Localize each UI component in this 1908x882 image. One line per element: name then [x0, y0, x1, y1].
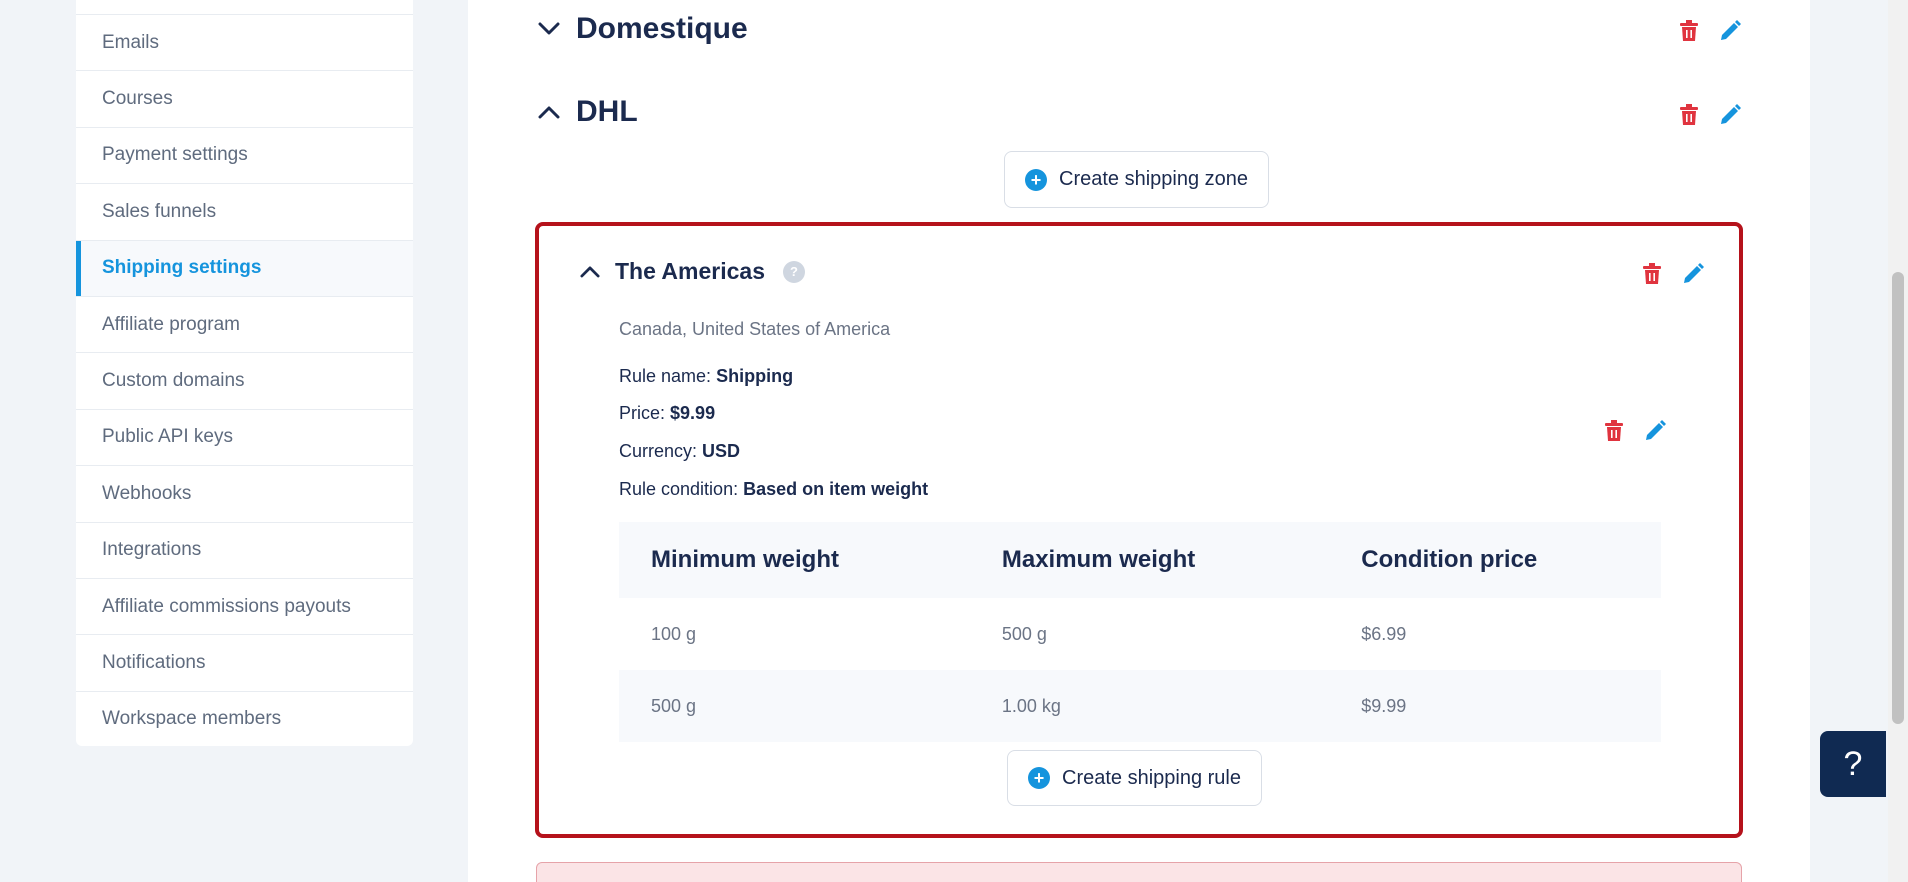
zone-actions — [1643, 262, 1705, 286]
sidebar-item-affiliate-commissions-payouts[interactable]: Affiliate commissions payouts — [76, 577, 413, 634]
rule-name-value: Shipping — [716, 366, 794, 386]
rule-condition-label: Rule condition: — [619, 479, 739, 499]
pencil-icon[interactable] — [1718, 19, 1742, 43]
sidebar-item-payment-settings[interactable]: Payment settings — [76, 126, 413, 183]
rule-price: Price: $9.99 — [619, 403, 715, 424]
shipping-zone-header[interactable]: The Americas ? — [577, 258, 805, 285]
sidebar-item-courses[interactable]: Courses — [76, 70, 413, 126]
scrollbar-thumb[interactable] — [1892, 272, 1904, 724]
sidebar-item-label: Integrations — [102, 539, 202, 561]
shipping-zone-card: The Americas ? Canada, United States of … — [535, 222, 1743, 838]
sidebar-item-label: Payment settings — [102, 144, 248, 166]
plus-circle-icon: + — [1025, 168, 1047, 191]
table-row: 500 g 1.00 kg $9.99 — [619, 670, 1661, 742]
chevron-up-icon[interactable] — [577, 259, 603, 285]
table-cell: $6.99 — [1361, 623, 1407, 644]
pencil-icon[interactable] — [1681, 262, 1705, 286]
column-header: Condition price — [1329, 522, 1661, 598]
pencil-icon[interactable] — [1643, 419, 1667, 443]
table-cell: 500 g — [619, 670, 970, 742]
next-shipping-zone-card — [536, 862, 1742, 882]
sidebar-item-public-api-keys[interactable]: Public API keys — [76, 408, 413, 465]
sidebar-item-custom-domains[interactable]: Custom domains — [76, 352, 413, 408]
shipping-group-name: DHL — [576, 95, 638, 128]
sidebar-item-workspace-members[interactable]: Workspace members — [76, 690, 413, 747]
group-actions-dhl — [1680, 103, 1742, 127]
sidebar-item-label: Sales funnels — [102, 200, 217, 222]
sidebar-item-label: Custom domains — [102, 370, 245, 392]
table-cell: 100 g — [651, 623, 697, 644]
chevron-down-icon[interactable] — [536, 16, 562, 42]
column-header: Minimum weight — [619, 522, 970, 598]
shipping-settings-panel: Domestique DHL + Create shipping zone Th… — [468, 0, 1810, 882]
create-shipping-zone-button[interactable]: + Create shipping zone — [1004, 151, 1270, 208]
trash-icon[interactable] — [1605, 420, 1623, 442]
rule-condition-value: Based on item weight — [743, 479, 929, 499]
sidebar-item-emails[interactable]: Emails — [76, 14, 413, 70]
rule-name: Rule name: Shipping — [619, 366, 793, 387]
sidebar-item-shipping-settings[interactable]: Shipping settings — [76, 239, 413, 297]
rule-currency-value: USD — [702, 441, 741, 461]
trash-icon[interactable] — [1643, 263, 1661, 285]
sidebar-item-label: Affiliate commissions payouts — [102, 595, 351, 617]
pencil-icon[interactable] — [1718, 103, 1742, 127]
sidebar-item-sales-funnels[interactable]: Sales funnels — [76, 183, 413, 239]
table-cell: $9.99 — [1329, 670, 1661, 742]
rule-currency-label: Currency: — [619, 441, 698, 461]
scrollbar[interactable] — [1888, 0, 1908, 882]
sidebar-item-integrations[interactable]: Integrations — [76, 521, 413, 578]
shipping-group-name: Domestique — [576, 12, 748, 45]
sidebar-item-label: Affiliate program — [102, 313, 240, 335]
column-header: Maximum weight — [969, 522, 1330, 598]
help-button[interactable]: ? — [1820, 731, 1886, 797]
sidebar-item-label: Courses — [102, 88, 173, 110]
rule-price-label: Price: — [619, 403, 666, 423]
sidebar-item-label: Workspace members — [102, 708, 282, 730]
weight-conditions-table: Minimum weight Maximum weight Condition … — [619, 522, 1661, 742]
button-label: Create shipping rule — [1062, 766, 1241, 789]
table-cell: 1.00 kg — [969, 670, 1330, 742]
help-icon[interactable]: ? — [783, 260, 805, 283]
shipping-group-header-dhl[interactable]: DHL — [536, 95, 638, 129]
table-header-row: Minimum weight Maximum weight Condition … — [619, 522, 1661, 598]
rule-condition: Rule condition: Based on item weight — [619, 479, 928, 500]
sidebar-item-label: Public API keys — [102, 426, 233, 448]
sidebar-item-affiliate-program[interactable]: Affiliate program — [76, 295, 413, 352]
sidebar-item-label: Notifications — [102, 651, 206, 673]
create-shipping-rule-button[interactable]: + Create shipping rule — [1007, 750, 1262, 806]
group-actions-domestique — [1680, 19, 1742, 43]
sidebar-item-label: Emails — [102, 31, 160, 53]
sidebar-item-webhooks[interactable]: Webhooks — [76, 465, 413, 521]
shipping-group-header-domestique[interactable]: Domestique — [536, 12, 748, 46]
rule-name-label: Rule name: — [619, 366, 712, 386]
trash-icon[interactable] — [1680, 20, 1698, 42]
rule-actions — [1605, 419, 1667, 443]
table-row: 100 g 500 g $6.99 — [619, 598, 1661, 670]
trash-icon[interactable] — [1680, 104, 1698, 126]
sidebar-item-label: Webhooks — [102, 482, 192, 504]
zone-countries: Canada, United States of America — [619, 319, 891, 339]
button-label: Create shipping zone — [1059, 168, 1249, 190]
chevron-up-icon[interactable] — [536, 99, 562, 125]
sidebar-item-partial — [76, 0, 413, 14]
shipping-zone-name: The Americas — [615, 258, 765, 284]
sidebar-item-notifications[interactable]: Notifications — [76, 634, 413, 690]
settings-sidebar: Emails Courses Payment settings Sales fu… — [76, 0, 413, 746]
sidebar-item-label: Shipping settings — [102, 257, 262, 279]
table-cell: 500 g — [1001, 623, 1047, 644]
rule-currency: Currency: USD — [619, 441, 740, 462]
rule-price-value: $9.99 — [670, 403, 716, 423]
plus-circle-icon: + — [1028, 767, 1050, 789]
